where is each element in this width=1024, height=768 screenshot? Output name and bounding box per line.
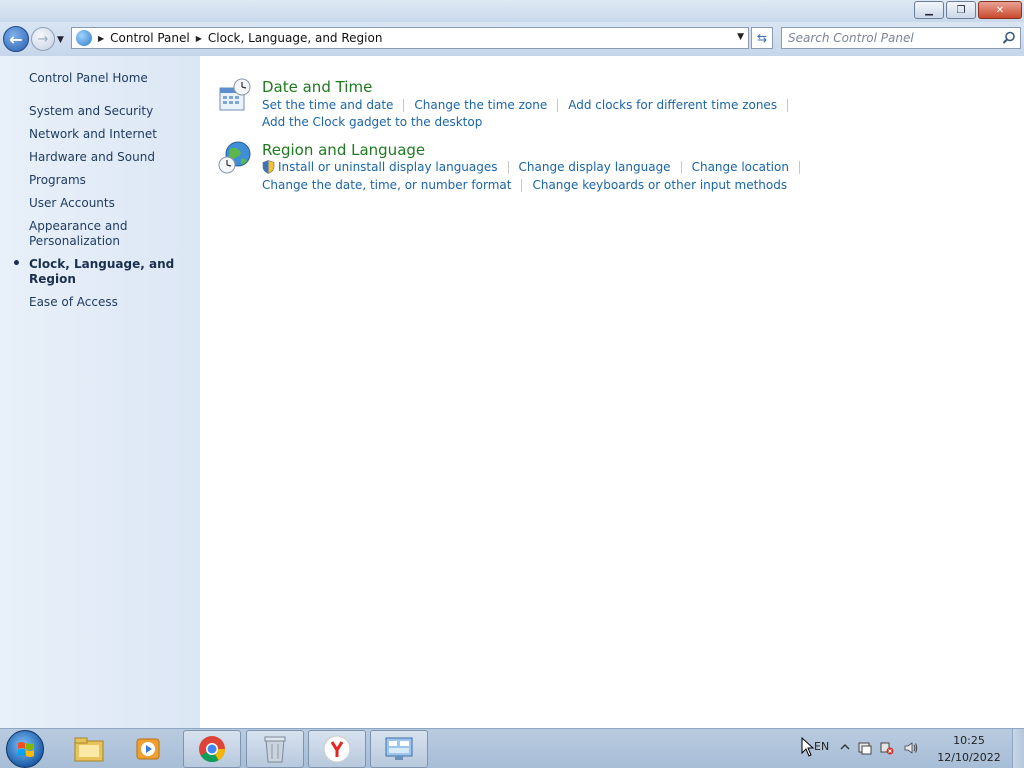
window-controls: ▁ ❐ ✕ <box>912 1 1022 19</box>
sidebar-item-appearance[interactable]: Appearance and Personalization <box>29 219 197 249</box>
uac-shield-icon <box>262 160 275 174</box>
region-language-title[interactable]: Region and Language <box>262 141 425 159</box>
taskbar-control-panel[interactable] <box>370 730 428 768</box>
start-button[interactable] <box>6 730 44 768</box>
action-center-icon[interactable] <box>858 741 872 755</box>
breadcrumb-separator-icon[interactable]: ▶ <box>98 34 104 43</box>
calendar-clock-icon[interactable] <box>218 78 252 112</box>
yandex-icon <box>323 735 351 763</box>
chrome-icon <box>199 736 226 763</box>
recent-pages-dropdown[interactable]: ▼ <box>57 35 64 45</box>
sidebar-item-hardware-sound[interactable]: Hardware and Sound <box>29 150 197 165</box>
sidebar-list: System and Security Network and Internet… <box>12 104 197 318</box>
taskbar-media-player[interactable] <box>120 730 178 768</box>
change-time-zone-link[interactable]: Change the time zone <box>414 98 547 112</box>
taskbar-yandex[interactable] <box>308 730 366 768</box>
show-hidden-icons-icon[interactable] <box>840 742 850 752</box>
volume-icon[interactable] <box>904 741 918 755</box>
change-format-link[interactable]: Change the date, time, or number format <box>262 178 511 192</box>
title-bar: ▁ ❐ ✕ <box>0 0 1024 22</box>
link-divider <box>787 98 789 112</box>
sidebar-item-clock-language-region[interactable]: Clock, Language, and Region <box>12 257 197 287</box>
address-bar[interactable]: ▶ Control Panel ▶ Clock, Language, and R… <box>71 27 749 49</box>
navigation-bar: ← → ▼ ▶ Control Panel ▶ Clock, Language,… <box>0 22 1024 56</box>
add-clocks-link[interactable]: Add clocks for different time zones <box>568 98 777 112</box>
taskbar-explorer[interactable] <box>60 730 118 768</box>
network-icon[interactable] <box>880 741 894 755</box>
maximize-button[interactable]: ❐ <box>946 1 976 19</box>
windows-logo-icon <box>18 742 34 757</box>
sidebar-item-network-internet[interactable]: Network and Internet <box>29 127 197 142</box>
clock-date[interactable]: 12/10/2022 <box>934 751 1004 764</box>
taskbar-chrome[interactable] <box>183 730 241 768</box>
date-time-title[interactable]: Date and Time <box>262 78 372 96</box>
sidebar-control-panel-home[interactable]: Control Panel Home <box>29 71 148 85</box>
globe-clock-icon[interactable] <box>218 141 252 175</box>
sidebar-item-system-security[interactable]: System and Security <box>29 104 197 119</box>
link-divider <box>557 98 559 112</box>
control-panel-icon <box>76 30 92 46</box>
search-icon[interactable] <box>1002 31 1016 45</box>
media-player-icon <box>136 738 160 760</box>
sidebar-item-programs[interactable]: Programs <box>29 173 197 188</box>
back-button[interactable]: ← <box>3 26 29 52</box>
refresh-button[interactable]: ⇆ <box>751 27 773 49</box>
link-divider <box>680 160 682 174</box>
add-clock-gadget-link[interactable]: Add the Clock gadget to the desktop <box>262 115 482 129</box>
breadcrumb-clock-language-region[interactable]: Clock, Language, and Region <box>208 31 383 45</box>
date-time-links-row2: Add the Clock gadget to the desktop <box>262 115 482 129</box>
link-divider <box>798 160 800 174</box>
sidebar: Control Panel Home System and Security N… <box>0 56 200 728</box>
explorer-icon <box>74 737 104 762</box>
region-language-links-row1: Install or uninstall display languages C… <box>262 160 810 174</box>
sidebar-item-ease-of-access[interactable]: Ease of Access <box>29 295 197 310</box>
change-location-link[interactable]: Change location <box>692 160 789 174</box>
taskbar-recycle-bin[interactable] <box>246 730 304 768</box>
taskbar: EN 10:25 12/10/2022 <box>0 728 1024 768</box>
control-panel-icon <box>385 737 413 760</box>
sidebar-item-user-accounts[interactable]: User Accounts <box>29 196 197 211</box>
change-keyboards-link[interactable]: Change keyboards or other input methods <box>532 178 787 192</box>
link-divider <box>507 160 509 174</box>
close-button[interactable]: ✕ <box>978 1 1022 19</box>
date-time-links-row1: Set the time and date Change the time zo… <box>262 98 798 112</box>
region-language-links-row2: Change the date, time, or number format … <box>262 178 787 192</box>
set-time-date-link[interactable]: Set the time and date <box>262 98 393 112</box>
breadcrumb-separator-icon[interactable]: ▶ <box>196 34 202 43</box>
minimize-button[interactable]: ▁ <box>914 1 944 19</box>
address-dropdown-icon[interactable]: ▼ <box>737 32 744 42</box>
recycle-bin-icon <box>264 736 286 763</box>
search-input[interactable] <box>782 28 992 48</box>
main-content: Date and Time Set the time and date Chan… <box>200 56 1024 728</box>
link-divider <box>521 178 523 192</box>
clock-time[interactable]: 10:25 <box>934 734 1004 747</box>
forward-button[interactable]: → <box>31 27 55 51</box>
mouse-cursor-icon <box>801 737 815 757</box>
change-display-language-link[interactable]: Change display language <box>519 160 671 174</box>
install-languages-link[interactable]: Install or uninstall display languages <box>278 160 498 174</box>
search-box[interactable] <box>781 27 1021 49</box>
language-indicator[interactable]: EN <box>814 740 829 753</box>
breadcrumb-control-panel[interactable]: Control Panel <box>110 31 190 45</box>
show-desktop-button[interactable] <box>1012 729 1024 768</box>
link-divider <box>403 98 405 112</box>
